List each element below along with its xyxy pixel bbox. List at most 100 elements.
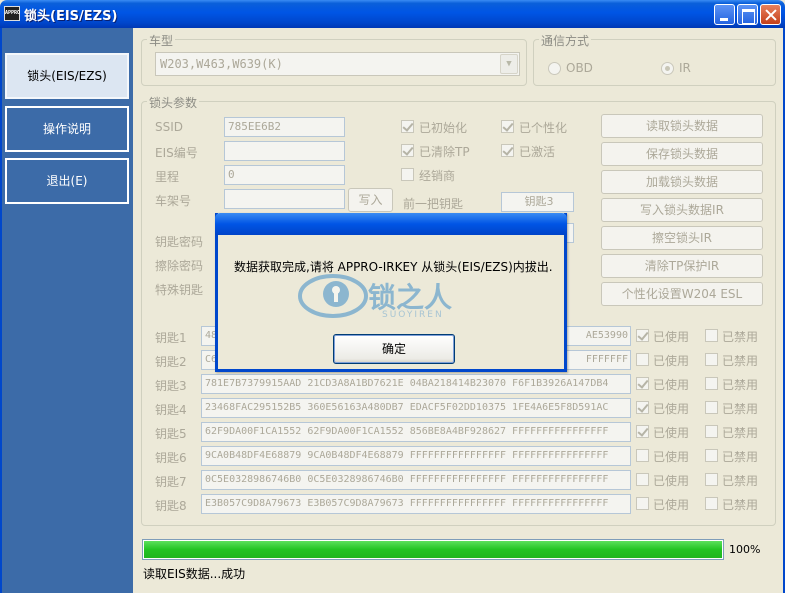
key-row-disabled-checkbox[interactable] bbox=[705, 401, 718, 414]
checkbox-activated-label: 已激活 bbox=[519, 145, 556, 159]
eis-no-label: EIS编号 bbox=[155, 146, 198, 160]
key-row-used-label: 已使用 bbox=[653, 474, 690, 488]
key-row-label: 钥匙8 bbox=[155, 499, 187, 513]
maximize-icon[interactable] bbox=[737, 4, 758, 25]
key-row-disabled-label: 已禁用 bbox=[722, 402, 759, 416]
vin-label: 车架号 bbox=[155, 194, 192, 208]
key-row-used-checkbox[interactable] bbox=[636, 473, 649, 486]
vin-field[interactable] bbox=[224, 189, 345, 209]
save-eis-button[interactable]: 保存锁头数据 bbox=[601, 142, 763, 166]
prev-key-label: 前一把钥匙 bbox=[403, 197, 464, 211]
window-title: 锁头(EIS/EZS) bbox=[24, 9, 118, 24]
key-row-label: 钥匙3 bbox=[155, 379, 187, 393]
sidebar-item-eis[interactable]: 锁头(EIS/EZS) bbox=[5, 53, 129, 99]
key-row-used-checkbox[interactable] bbox=[636, 329, 649, 342]
key-row-used-checkbox[interactable] bbox=[636, 449, 649, 462]
title-bar: APPRO 锁头(EIS/EZS) bbox=[0, 0, 785, 28]
key-row-disabled-checkbox[interactable] bbox=[705, 473, 718, 486]
load-eis-button[interactable]: 加载锁头数据 bbox=[601, 170, 763, 194]
key-row-value[interactable]: 781E7B7379915AAD 21CD3A8A1BD7621E 04BA21… bbox=[201, 374, 631, 394]
radio-ir[interactable] bbox=[661, 62, 674, 75]
radio-ir-label: IR bbox=[679, 61, 691, 75]
write-eis-ir-button[interactable]: 写入锁头数据IR bbox=[601, 198, 763, 222]
lock-logo-icon bbox=[298, 274, 368, 318]
key-row-disabled-label: 已禁用 bbox=[722, 330, 759, 344]
minimize-icon[interactable] bbox=[714, 4, 735, 25]
key-row-used-label: 已使用 bbox=[653, 498, 690, 512]
close-icon[interactable] bbox=[760, 4, 781, 25]
checkbox-tp-cleared[interactable] bbox=[401, 144, 414, 157]
checkbox-dealer[interactable] bbox=[401, 168, 414, 181]
key-row-disabled-checkbox[interactable] bbox=[705, 425, 718, 438]
write-button[interactable]: 写入 bbox=[348, 188, 393, 212]
key-row-label: 钥匙2 bbox=[155, 355, 187, 369]
clear-tp-ir-button[interactable]: 清除TP保护IR bbox=[601, 254, 763, 278]
key-row-disabled-checkbox[interactable] bbox=[705, 377, 718, 390]
eis-no-field[interactable] bbox=[224, 141, 345, 161]
erase-eis-ir-button[interactable]: 擦空锁头IR bbox=[601, 226, 763, 250]
ssid-label: SSID bbox=[155, 120, 184, 134]
key-row-label: 钥匙6 bbox=[155, 451, 187, 465]
key-password-label: 钥匙密码 bbox=[155, 235, 204, 249]
key-row-used-label: 已使用 bbox=[653, 354, 690, 368]
erase-password-label: 擦除密码 bbox=[155, 259, 204, 273]
sidebar-item-instructions[interactable]: 操作说明 bbox=[5, 106, 129, 152]
watermark-sub: SUOYIREN bbox=[382, 310, 444, 320]
key-row-value[interactable]: 9CA0B48DF4E68879 9CA0B48DF4E68879 FFFFFF… bbox=[201, 446, 631, 466]
progress-bar bbox=[142, 539, 724, 560]
key-row-disabled-label: 已禁用 bbox=[722, 426, 759, 440]
key-row-disabled-checkbox[interactable] bbox=[705, 353, 718, 366]
key-row-label: 钥匙7 bbox=[155, 475, 187, 489]
read-eis-button[interactable]: 读取锁头数据 bbox=[601, 114, 763, 138]
vehicle-model-select[interactable]: W203,W463,W639(K) ▼ bbox=[155, 52, 520, 76]
key-row-value[interactable]: E3B057C9D8A79673 E3B057C9D8A79673 FFFFFF… bbox=[201, 494, 631, 514]
personalize-w204-button[interactable]: 个性化设置W204 ESL bbox=[601, 282, 763, 306]
key-row-disabled-label: 已禁用 bbox=[722, 498, 759, 512]
comm-group-label: 通信方式 bbox=[539, 32, 592, 49]
watermark-logo: 锁之人 SUOYIREN bbox=[298, 270, 488, 322]
sidebar: 锁头(EIS/EZS) 操作说明 退出(E) bbox=[0, 28, 133, 593]
key-row-disabled-checkbox[interactable] bbox=[705, 329, 718, 342]
key-row-value[interactable]: 23468FAC295152B5 360E56163A480DB7 EDACF5… bbox=[201, 398, 631, 418]
key-row-used-checkbox[interactable] bbox=[636, 401, 649, 414]
key-row-used-checkbox[interactable] bbox=[636, 377, 649, 390]
vehicle-model-value: W203,W463,W639(K) bbox=[160, 57, 283, 71]
chevron-down-icon[interactable]: ▼ bbox=[500, 54, 518, 74]
progress-fill bbox=[144, 541, 722, 558]
vehicle-group-label: 车型 bbox=[147, 32, 176, 49]
mileage-field[interactable]: 0 bbox=[224, 165, 345, 185]
app-icon: APPRO bbox=[4, 6, 20, 21]
checkbox-tp-cleared-label: 已清除TP bbox=[419, 145, 470, 159]
key-row-used-checkbox[interactable] bbox=[636, 425, 649, 438]
radio-obd-label: OBD bbox=[566, 61, 593, 75]
checkbox-personalized-label: 已个性化 bbox=[519, 121, 568, 135]
ssid-field[interactable]: 785EE6B2 bbox=[224, 117, 345, 137]
prev-key-field[interactable]: 钥匙3 bbox=[501, 192, 574, 212]
key-row-value[interactable]: 62F9DA00F1CA1552 62F9DA00F1CA1552 856BE8… bbox=[201, 422, 631, 442]
key-row-disabled-label: 已禁用 bbox=[722, 378, 759, 392]
mileage-label: 里程 bbox=[155, 170, 180, 184]
key-row-disabled-checkbox[interactable] bbox=[705, 449, 718, 462]
status-text: 读取EIS数据...成功 bbox=[143, 567, 246, 581]
key-row-disabled-label: 已禁用 bbox=[722, 450, 759, 464]
checkbox-initialized[interactable] bbox=[401, 120, 414, 133]
key-row-disabled-checkbox[interactable] bbox=[705, 497, 718, 510]
key-row-label: 钥匙4 bbox=[155, 403, 187, 417]
key-row-used-label: 已使用 bbox=[653, 330, 690, 344]
special-key-label: 特殊钥匙 bbox=[155, 283, 204, 297]
checkbox-activated[interactable] bbox=[501, 144, 514, 157]
sidebar-item-exit[interactable]: 退出(E) bbox=[5, 158, 129, 204]
checkbox-dealer-label: 经销商 bbox=[419, 169, 456, 183]
radio-obd[interactable] bbox=[548, 62, 561, 75]
params-group-label: 锁头参数 bbox=[147, 94, 200, 111]
key-row-disabled-label: 已禁用 bbox=[722, 354, 759, 368]
key-row-used-label: 已使用 bbox=[653, 402, 690, 416]
key-row-value[interactable]: 0C5E0328986746B0 0C5E0328986746B0 FFFFFF… bbox=[201, 470, 631, 490]
key-row-used-checkbox[interactable] bbox=[636, 497, 649, 510]
checkbox-personalized[interactable] bbox=[501, 120, 514, 133]
key-row-used-label: 已使用 bbox=[653, 426, 690, 440]
ok-button[interactable]: 确定 bbox=[333, 334, 455, 364]
key-row-used-checkbox[interactable] bbox=[636, 353, 649, 366]
dialog-title-bar bbox=[215, 213, 567, 235]
checkbox-initialized-label: 已初始化 bbox=[419, 121, 468, 135]
